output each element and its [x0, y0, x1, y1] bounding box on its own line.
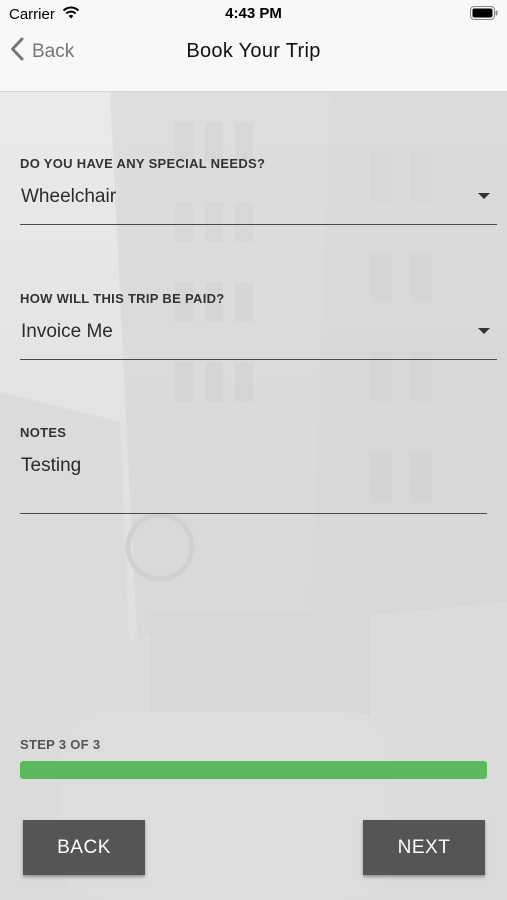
payment-label: HOW WILL THIS TRIP BE PAID?: [20, 291, 225, 306]
progress-bar-fill: [20, 761, 487, 779]
back-button[interactable]: BACK: [23, 820, 145, 875]
notes-label: NOTES: [20, 425, 67, 440]
caret-down-icon: [478, 328, 490, 334]
notes-textarea[interactable]: Testing: [20, 454, 487, 514]
special-needs-field: DO YOU HAVE ANY SPECIAL NEEDS? Wheelchai…: [20, 156, 497, 225]
step-indicator: STEP 3 OF 3: [20, 737, 101, 752]
progress-bar: [20, 761, 487, 779]
notes-field: NOTES Testing: [20, 425, 497, 514]
special-needs-select[interactable]: Wheelchair: [20, 185, 497, 225]
battery-icon: [470, 6, 498, 24]
next-button[interactable]: NEXT: [363, 820, 485, 875]
status-bar: Carrier 4:43 PM: [0, 0, 507, 28]
special-needs-value: Wheelchair: [21, 186, 117, 207]
special-needs-label: DO YOU HAVE ANY SPECIAL NEEDS?: [20, 156, 266, 171]
payment-field: HOW WILL THIS TRIP BE PAID? Invoice Me: [20, 291, 497, 360]
payment-value: Invoice Me: [21, 321, 113, 342]
status-time: 4:43 PM: [225, 5, 282, 22]
caret-down-icon: [478, 193, 490, 199]
navigation-bar: Back Book Your Trip: [0, 28, 507, 92]
payment-select[interactable]: Invoice Me: [20, 320, 497, 360]
page-title: Book Your Trip: [186, 40, 321, 62]
